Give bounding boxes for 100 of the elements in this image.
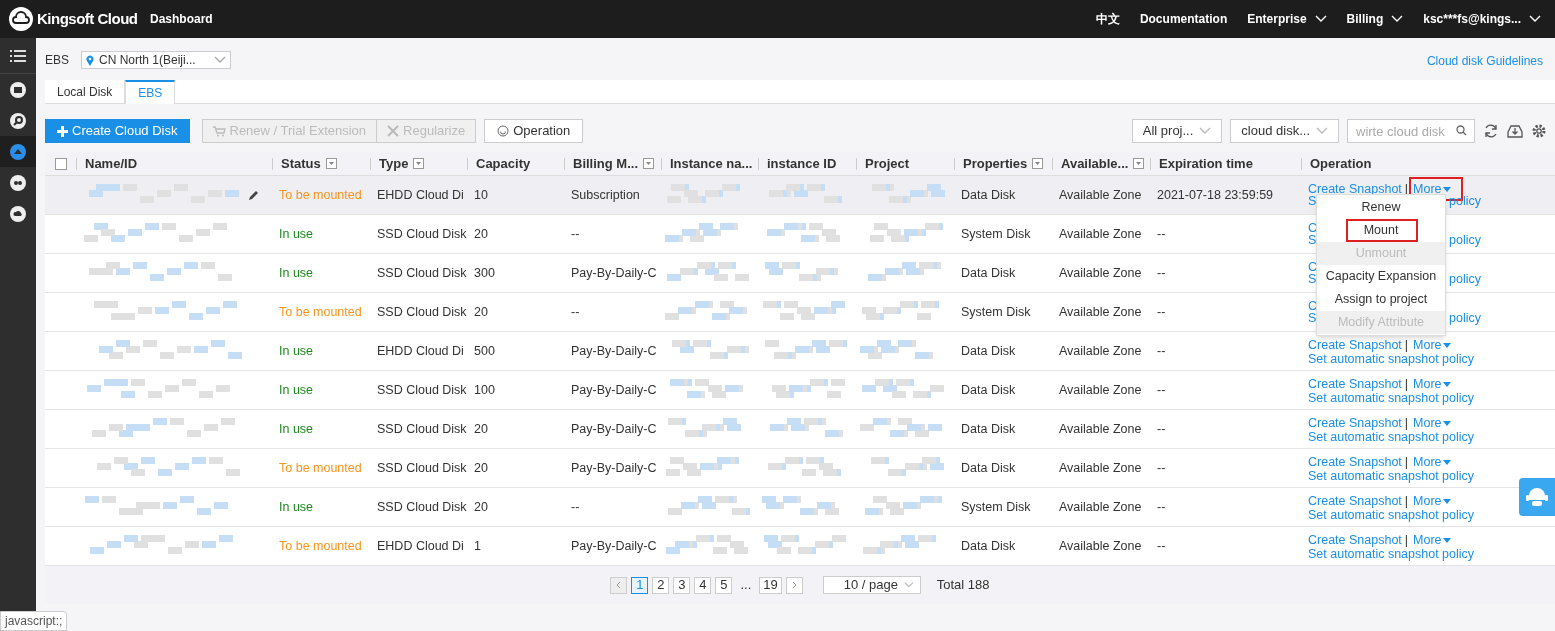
create-snapshot-link[interactable]: C xyxy=(1308,222,1318,234)
caret-down-icon xyxy=(1442,537,1451,543)
chat-button[interactable] xyxy=(1519,478,1555,516)
search-field[interactable]: wirte cloud disk xyxy=(1347,119,1475,143)
create-snapshot-link[interactable]: Create Snapshot xyxy=(1308,378,1402,390)
group-icon[interactable] xyxy=(10,174,26,191)
menu-item[interactable]: Mount xyxy=(1317,219,1445,242)
page-button[interactable]: 19 xyxy=(759,576,782,594)
edit-pencil-icon[interactable] xyxy=(248,189,259,201)
snapshot-policy-link[interactable]: Set automatic snapshot policy xyxy=(1308,353,1475,365)
snapshot-policy-link[interactable]: policy xyxy=(1449,234,1481,246)
table-cell: 100 xyxy=(474,382,495,397)
create-snapshot-link[interactable]: C xyxy=(1308,300,1318,312)
cloud-upload-icon[interactable] xyxy=(10,205,26,222)
total-count: Total 188 xyxy=(936,576,990,595)
status-bar-text: javascript:; xyxy=(5,613,63,630)
create-snapshot-link[interactable]: Create Snapshot xyxy=(1308,183,1402,195)
table-cell: 20 xyxy=(474,460,488,475)
menu-item[interactable]: Assign to project xyxy=(1317,288,1445,311)
more-dropdown[interactable]: More xyxy=(1411,415,1453,431)
snapshot-policy-link[interactable]: S xyxy=(1308,273,1317,285)
column-header: Billing M... xyxy=(573,157,638,170)
snapshot-policy-link[interactable]: Set automatic snapshot policy xyxy=(1308,392,1475,404)
status-text: To be mounted xyxy=(279,460,362,475)
snapshot-policy-link[interactable]: policy xyxy=(1449,273,1481,285)
filter-dropdown-icon[interactable] xyxy=(643,158,654,169)
snapshot-policy-link[interactable]: Set automatic snapshot policy xyxy=(1308,431,1475,443)
column-header: Instance na... xyxy=(670,157,753,170)
chevron-down-icon xyxy=(904,581,914,589)
page-button[interactable]: 3 xyxy=(673,576,691,594)
column-header: instance ID xyxy=(767,157,837,170)
page-button[interactable]: 2 xyxy=(652,576,670,594)
menu-item[interactable]: Renew xyxy=(1317,196,1445,219)
page-size-select[interactable]: 10 / page xyxy=(822,576,921,594)
filter-dropdown-icon[interactable] xyxy=(1133,158,1145,169)
more-dropdown[interactable]: More xyxy=(1411,376,1453,392)
table-cell: SSD Cloud Disk xyxy=(377,460,467,475)
status-text: In use xyxy=(279,499,314,514)
table-cell: Data Disk xyxy=(961,343,1016,358)
nav-link[interactable]: Billing xyxy=(1346,10,1404,28)
filter-dropdown-icon[interactable] xyxy=(413,158,425,169)
more-dropdown[interactable]: More xyxy=(1411,493,1453,509)
download-icon[interactable] xyxy=(1507,123,1523,139)
create-button[interactable]: Create Cloud Disk xyxy=(45,119,190,143)
snapshot-policy-link[interactable]: S xyxy=(1308,234,1317,246)
filter-dropdown-icon[interactable] xyxy=(1032,158,1044,169)
table-cell: 20 xyxy=(474,304,488,319)
table-cell: Pay-By-Daily-C xyxy=(571,460,657,475)
create-snapshot-link[interactable]: C xyxy=(1308,261,1318,273)
cloud-logo-icon xyxy=(9,7,33,31)
more-dropdown[interactable]: More xyxy=(1411,337,1453,353)
separator: | xyxy=(1404,339,1409,351)
column-header: Expiration time xyxy=(1159,157,1253,170)
toolbar-button[interactable]: Operation xyxy=(484,119,584,143)
settings-icon[interactable] xyxy=(1531,123,1547,139)
nav-link[interactable]: Documentation xyxy=(1139,10,1228,28)
menu-item[interactable]: Capacity Expansion xyxy=(1317,265,1445,288)
snapshot-policy-link[interactable]: Set automatic snapshot policy xyxy=(1308,548,1475,560)
create-snapshot-link[interactable]: Create Snapshot xyxy=(1308,534,1402,546)
chevron-down-icon xyxy=(1529,15,1541,23)
refresh-icon[interactable] xyxy=(1483,123,1499,139)
chat-robot-icon xyxy=(1525,486,1549,508)
create-snapshot-link[interactable]: Create Snapshot xyxy=(1308,417,1402,429)
separator: | xyxy=(1404,456,1409,468)
nav-link[interactable]: Enterprise xyxy=(1247,10,1327,28)
dashboard-link[interactable]: Dashboard xyxy=(150,10,213,28)
tab[interactable]: EBS xyxy=(125,80,176,104)
guidelines-link[interactable]: Cloud disk Guidelines xyxy=(1426,52,1543,70)
filter-dropdown-icon[interactable] xyxy=(325,158,337,169)
page-button[interactable]: 5 xyxy=(715,576,733,594)
separator: | xyxy=(1404,534,1409,546)
table-cell: -- xyxy=(571,226,580,241)
table-cell: Pay-By-Daily-C xyxy=(571,382,657,397)
nav-link[interactable]: 中文 xyxy=(1095,10,1120,28)
menu-icon[interactable] xyxy=(10,49,26,62)
table-cell: EHDD Cloud Di xyxy=(377,538,464,553)
nav-link[interactable]: ksc***fs@kings... xyxy=(1423,10,1541,28)
create-snapshot-link[interactable]: Create Snapshot xyxy=(1308,495,1402,507)
more-dropdown[interactable]: More xyxy=(1411,532,1453,548)
type-select[interactable]: cloud disk... xyxy=(1230,119,1339,143)
more-dropdown[interactable]: More xyxy=(1411,454,1453,470)
snapshot-policy-link[interactable]: S xyxy=(1308,195,1317,207)
region-select[interactable]: CN North 1(Beiji... xyxy=(81,51,231,69)
status-text: In use xyxy=(279,382,314,397)
project-select[interactable]: All proj... xyxy=(1131,119,1223,143)
snapshot-policy-link[interactable]: Set automatic snapshot policy xyxy=(1308,509,1475,521)
table-cell: -- xyxy=(571,304,580,319)
chevron-right-icon xyxy=(791,581,797,589)
table-cell: 20 xyxy=(474,421,488,436)
snapshot-policy-link[interactable]: policy xyxy=(1449,312,1481,324)
snapshot-policy-link[interactable]: S xyxy=(1308,312,1317,324)
snapshot-policy-link[interactable]: Set automatic snapshot policy xyxy=(1308,470,1475,482)
page-button[interactable]: 4 xyxy=(694,576,712,594)
create-snapshot-link[interactable]: Create Snapshot xyxy=(1308,456,1402,468)
search-icon[interactable] xyxy=(10,112,26,129)
page-button[interactable]: 1 xyxy=(631,576,649,594)
select-all-checkbox[interactable] xyxy=(54,157,67,170)
ellipsis-text: ... xyxy=(739,576,753,594)
create-snapshot-link[interactable]: Create Snapshot xyxy=(1308,339,1402,351)
server-icon[interactable] xyxy=(10,81,26,98)
